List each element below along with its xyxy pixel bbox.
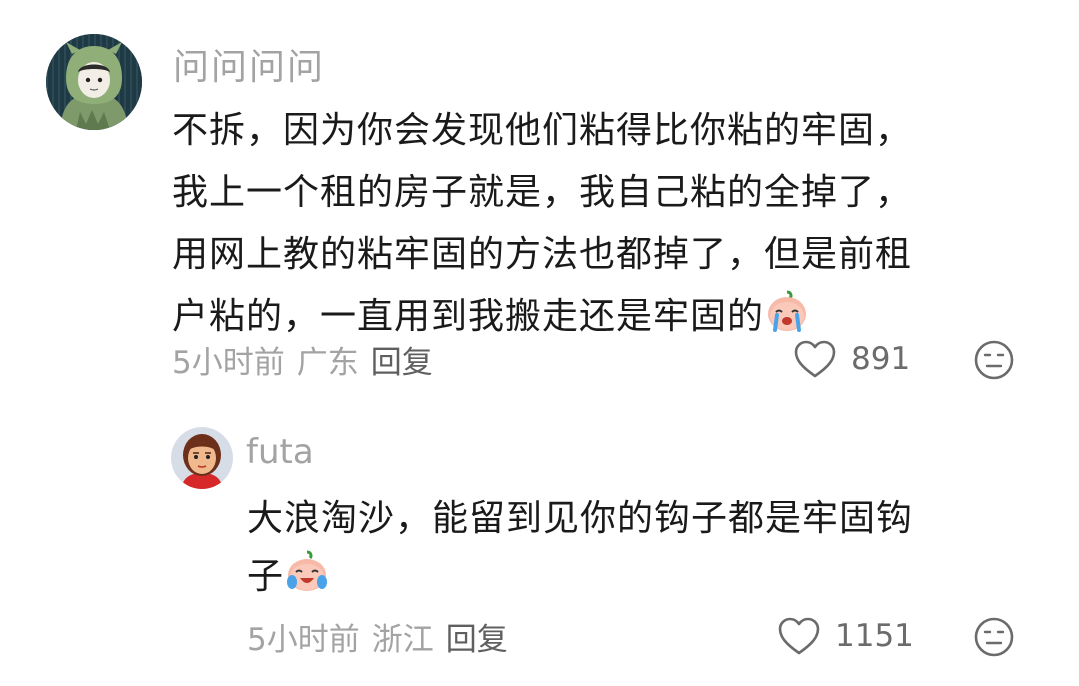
unhappy-face-icon (974, 617, 1014, 657)
username[interactable]: 问问问问 (173, 38, 325, 90)
comment-time: 5小时前 (247, 621, 360, 658)
comment-text-line: 大浪淘沙，能留到见你的钩子都是牢固钩 (247, 498, 914, 539)
like-button[interactable]: 1151 (777, 613, 914, 659)
username[interactable]: futa (246, 432, 314, 472)
like-count: 1151 (835, 618, 914, 654)
like-count: 891 (851, 341, 911, 377)
unhappy-face-icon (974, 340, 1014, 380)
dislike-button[interactable] (973, 616, 1015, 662)
laugh-cry-emoji-icon (284, 548, 330, 612)
user-avatar[interactable] (46, 34, 142, 130)
heart-icon (778, 617, 820, 655)
comment-meta: 5小时前 广东 回复 (172, 336, 433, 382)
comment-location: 广东 (296, 344, 359, 381)
cartoon-dragon-avatar-icon (46, 34, 142, 130)
user-avatar[interactable] (171, 427, 233, 489)
cartoon-girl-avatar-icon (171, 427, 233, 489)
comment-text: 大浪淘沙，能留到见你的钩子都是牢固钩 子 (247, 490, 913, 612)
comment-meta: 5小时前 浙江 回复 (247, 613, 508, 659)
like-button[interactable]: 891 (793, 336, 910, 382)
dislike-button[interactable] (973, 339, 1015, 385)
comment-text-line: 子 (247, 548, 913, 612)
reply-button[interactable]: 回复 (446, 614, 508, 659)
comment-text-line: 用网上教的粘牢固的方法也都掉了，但是前租 (172, 234, 913, 275)
comment-text-line: 不拆，因为你会发现他们粘得比你粘的牢固， (172, 110, 913, 151)
comment-text: 不拆，因为你会发现他们粘得比你粘的牢固， 我上一个租的房子就是，我自己粘的全掉了… (172, 100, 912, 354)
comment-time: 5小时前 (172, 344, 285, 381)
comment-text-line-content: 子 (247, 556, 285, 597)
reply-button[interactable]: 回复 (371, 337, 433, 382)
comment-text-line-content: 户粘的，一直用到我搬走还是牢固的 (172, 296, 765, 337)
comment-text-line: 我上一个租的房子就是，我自己粘的全掉了， (172, 172, 913, 213)
comment-location: 浙江 (371, 621, 434, 658)
heart-icon (794, 340, 836, 378)
